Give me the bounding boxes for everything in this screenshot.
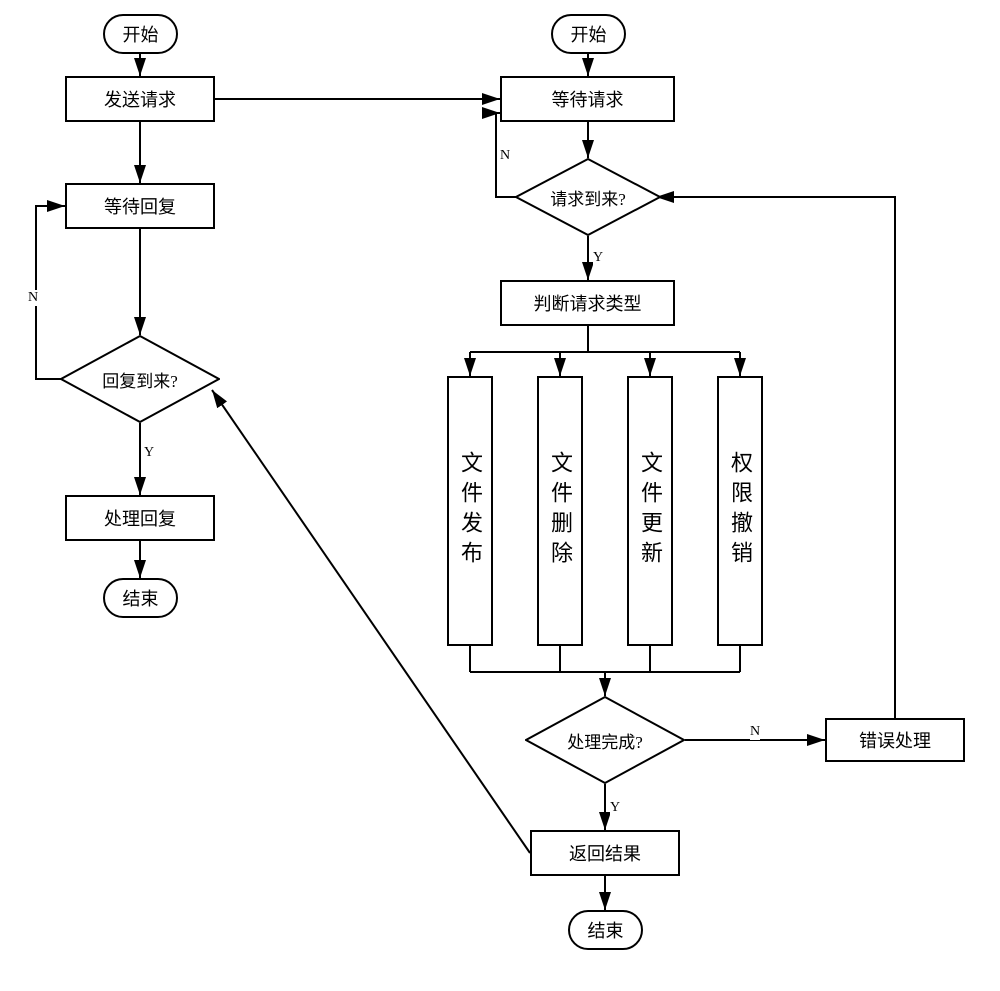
terminator-label: 结束 bbox=[123, 585, 159, 611]
process-label: 错误处理 bbox=[859, 727, 931, 753]
no-label: N bbox=[500, 148, 510, 164]
branch-label: 文件更新 bbox=[634, 451, 666, 571]
right-wait-request: 等待请求 bbox=[500, 76, 675, 122]
process-label: 等待请求 bbox=[552, 86, 624, 112]
left-start: 开始 bbox=[103, 14, 178, 54]
left-process-reply: 处理回复 bbox=[65, 495, 215, 541]
decision-label: 回复到来? bbox=[102, 367, 178, 392]
branch-perm-revoke: 权限撤销 bbox=[717, 376, 763, 646]
no-label: N bbox=[750, 724, 760, 740]
right-request-arrived-decision: 请求到来? bbox=[515, 158, 661, 236]
right-judge-type: 判断请求类型 bbox=[500, 280, 675, 326]
right-processing-done-decision: 处理完成? bbox=[525, 696, 685, 784]
decision-label: 请求到来? bbox=[550, 185, 626, 210]
process-label: 返回结果 bbox=[569, 840, 641, 866]
flowchart-canvas: 开始 发送请求 等待回复 回复到来? 处理回复 结束 Y N 开始 等待请求 请… bbox=[0, 0, 1000, 991]
branch-file-update: 文件更新 bbox=[627, 376, 673, 646]
branch-label: 文件发布 bbox=[454, 451, 486, 571]
process-label: 等待回复 bbox=[104, 193, 176, 219]
left-end: 结束 bbox=[103, 578, 178, 618]
left-wait-reply: 等待回复 bbox=[65, 183, 215, 229]
terminator-label: 开始 bbox=[123, 21, 159, 47]
branch-file-delete: 文件删除 bbox=[537, 376, 583, 646]
yes-label: Y bbox=[144, 445, 154, 461]
branch-label: 文件删除 bbox=[544, 451, 576, 571]
process-label: 发送请求 bbox=[104, 86, 176, 112]
left-reply-arrived-decision: 回复到来? bbox=[60, 335, 220, 423]
right-end: 结束 bbox=[568, 910, 643, 950]
right-return-result: 返回结果 bbox=[530, 830, 680, 876]
yes-label: Y bbox=[610, 800, 620, 816]
right-start: 开始 bbox=[551, 14, 626, 54]
branch-label: 权限撤销 bbox=[724, 451, 756, 571]
process-label: 处理回复 bbox=[104, 505, 176, 531]
process-label: 判断请求类型 bbox=[534, 290, 642, 316]
terminator-label: 开始 bbox=[571, 21, 607, 47]
branch-file-publish: 文件发布 bbox=[447, 376, 493, 646]
decision-label: 处理完成? bbox=[567, 728, 643, 753]
right-error-handle: 错误处理 bbox=[825, 718, 965, 762]
terminator-label: 结束 bbox=[588, 917, 624, 943]
left-send-request: 发送请求 bbox=[65, 76, 215, 122]
yes-label: Y bbox=[593, 250, 603, 266]
no-label: N bbox=[28, 290, 38, 306]
